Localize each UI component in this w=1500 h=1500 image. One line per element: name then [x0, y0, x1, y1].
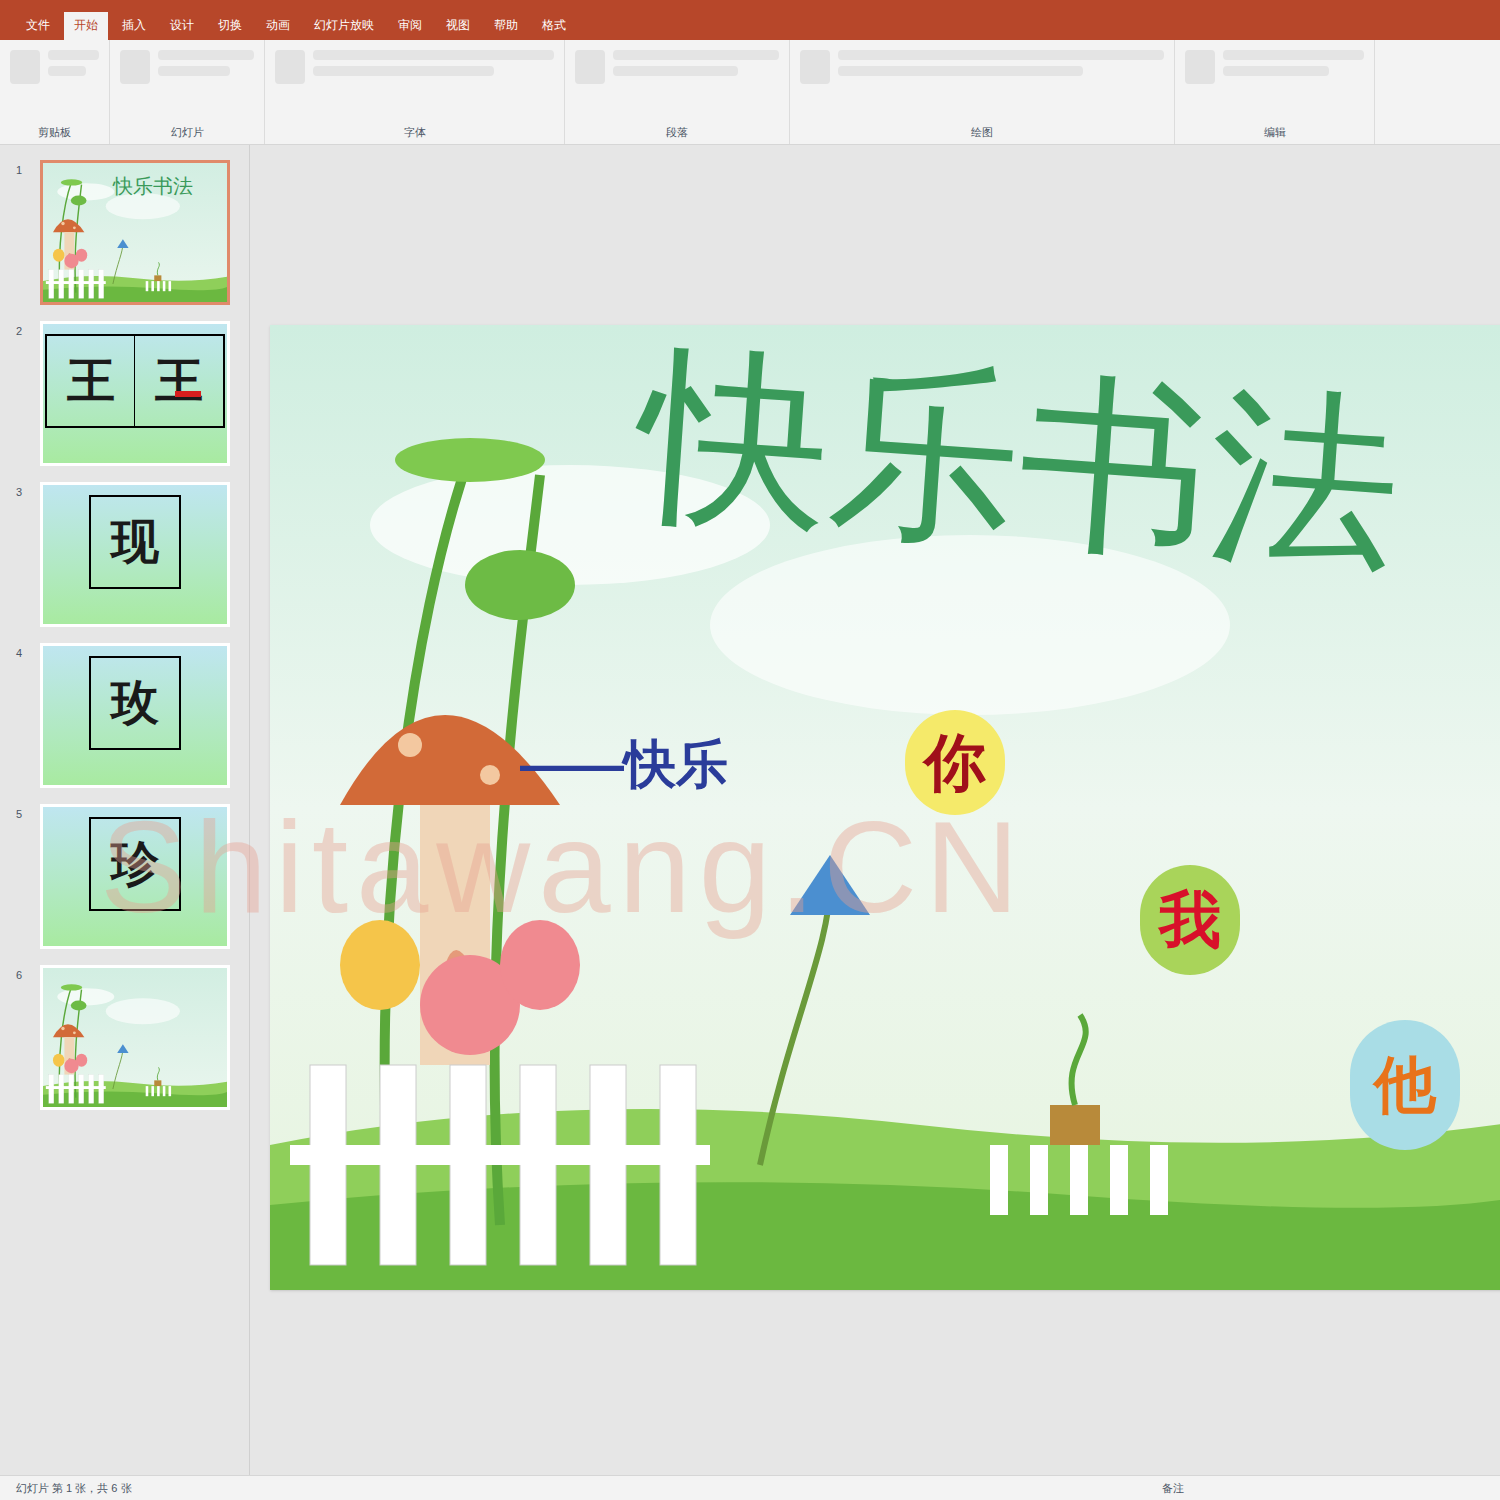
ribbon-group: 编辑: [1175, 40, 1375, 144]
pronoun-bubble[interactable]: 他: [1350, 1020, 1460, 1150]
ribbon-tab[interactable]: 审阅: [388, 12, 432, 40]
ribbon-group-label: 字体: [275, 124, 554, 145]
ribbon-tab[interactable]: 切换: [208, 12, 252, 40]
ribbon-group: 字体: [265, 40, 565, 144]
ribbon-tab[interactable]: 文件: [16, 12, 60, 40]
character-box: 王: [135, 336, 223, 426]
status-bar: 幻灯片 第 1 张，共 6 张 备注: [0, 1475, 1500, 1500]
powerpoint-window: 文件开始插入设计切换动画幻灯片放映审阅视图帮助格式剪贴板幻灯片字体段落绘图编辑1…: [0, 0, 1500, 1500]
slide-thumbnail-row[interactable]: 3现: [0, 482, 249, 627]
slide-title[interactable]: 快乐书法: [634, 339, 1405, 582]
slide-canvas[interactable]: 快乐书法 ——快乐 你我他: [270, 325, 1500, 1290]
ribbon-tab[interactable]: 幻灯片放映: [304, 12, 384, 40]
ribbon-tab[interactable]: 帮助: [484, 12, 528, 40]
character-box: 现: [91, 497, 179, 587]
ribbon-tab[interactable]: 开始: [64, 12, 108, 40]
slide-thumbnail[interactable]: 珍: [40, 804, 230, 949]
slide-thumbnail[interactable]: [40, 965, 230, 1110]
slide-number: 2: [0, 321, 40, 340]
ribbon-group-label: 幻灯片: [120, 124, 254, 145]
watermark: Shitawang.CN: [100, 770, 1027, 965]
ribbon-group: 幻灯片: [110, 40, 265, 144]
ribbon-tab[interactable]: 设计: [160, 12, 204, 40]
ribbon-tab[interactable]: 动画: [256, 12, 300, 40]
ribbon-tab[interactable]: 插入: [112, 12, 156, 40]
slide-thumbnail[interactable]: 玫: [40, 643, 230, 788]
slide-subtitle[interactable]: ——快乐: [520, 725, 728, 803]
ribbon-tab[interactable]: 视图: [436, 12, 480, 40]
slide-thumbnail-row[interactable]: 5珍: [0, 804, 249, 949]
slide-thumbnail-row[interactable]: 2王王: [0, 321, 249, 466]
slide-number: 6: [0, 965, 40, 984]
slide-thumbnail-row[interactable]: 6: [0, 965, 249, 1110]
ribbon-group: 绘图: [790, 40, 1175, 144]
pronoun-bubble[interactable]: 你: [905, 710, 1005, 815]
slide-number: 5: [0, 804, 40, 823]
slide-thumbnail-row[interactable]: 4玫: [0, 643, 249, 788]
scenery-illustration: [43, 968, 227, 1107]
character-box: 王: [47, 336, 135, 426]
slide-editor: 快乐书法 ——快乐 你我他: [250, 145, 1500, 1475]
character-box: 珍: [91, 819, 179, 909]
character-box: 玫: [91, 658, 179, 748]
thumbnail-pane: 1快乐书法2王王3现4玫5珍6: [0, 145, 250, 1475]
ribbon-group-label: 剪贴板: [10, 124, 99, 145]
ribbon-tab[interactable]: 格式: [532, 12, 576, 40]
title-tab-bar: 文件开始插入设计切换动画幻灯片放映审阅视图帮助格式: [0, 0, 1500, 40]
pronoun-bubble[interactable]: 我: [1140, 865, 1240, 975]
notes-button[interactable]: 备注: [1162, 1480, 1484, 1497]
slide-number: 3: [0, 482, 40, 501]
ribbon-group-label: 段落: [575, 124, 779, 145]
slide-number: 1: [0, 160, 40, 179]
slide-thumbnail[interactable]: 王王: [40, 321, 230, 466]
ribbon: 剪贴板幻灯片字体段落绘图编辑: [0, 40, 1500, 145]
ribbon-group: 剪贴板: [0, 40, 110, 144]
slide-count: 幻灯片 第 1 张，共 6 张: [16, 1480, 132, 1497]
slide-thumbnail[interactable]: 快乐书法: [40, 160, 230, 305]
ribbon-group-label: 绘图: [800, 124, 1164, 145]
slide-thumbnail[interactable]: 现: [40, 482, 230, 627]
ribbon-group: 段落: [565, 40, 790, 144]
slide-thumbnail-row[interactable]: 1快乐书法: [0, 160, 249, 305]
ribbon-group-label: 编辑: [1185, 124, 1364, 145]
slide-number: 4: [0, 643, 40, 662]
